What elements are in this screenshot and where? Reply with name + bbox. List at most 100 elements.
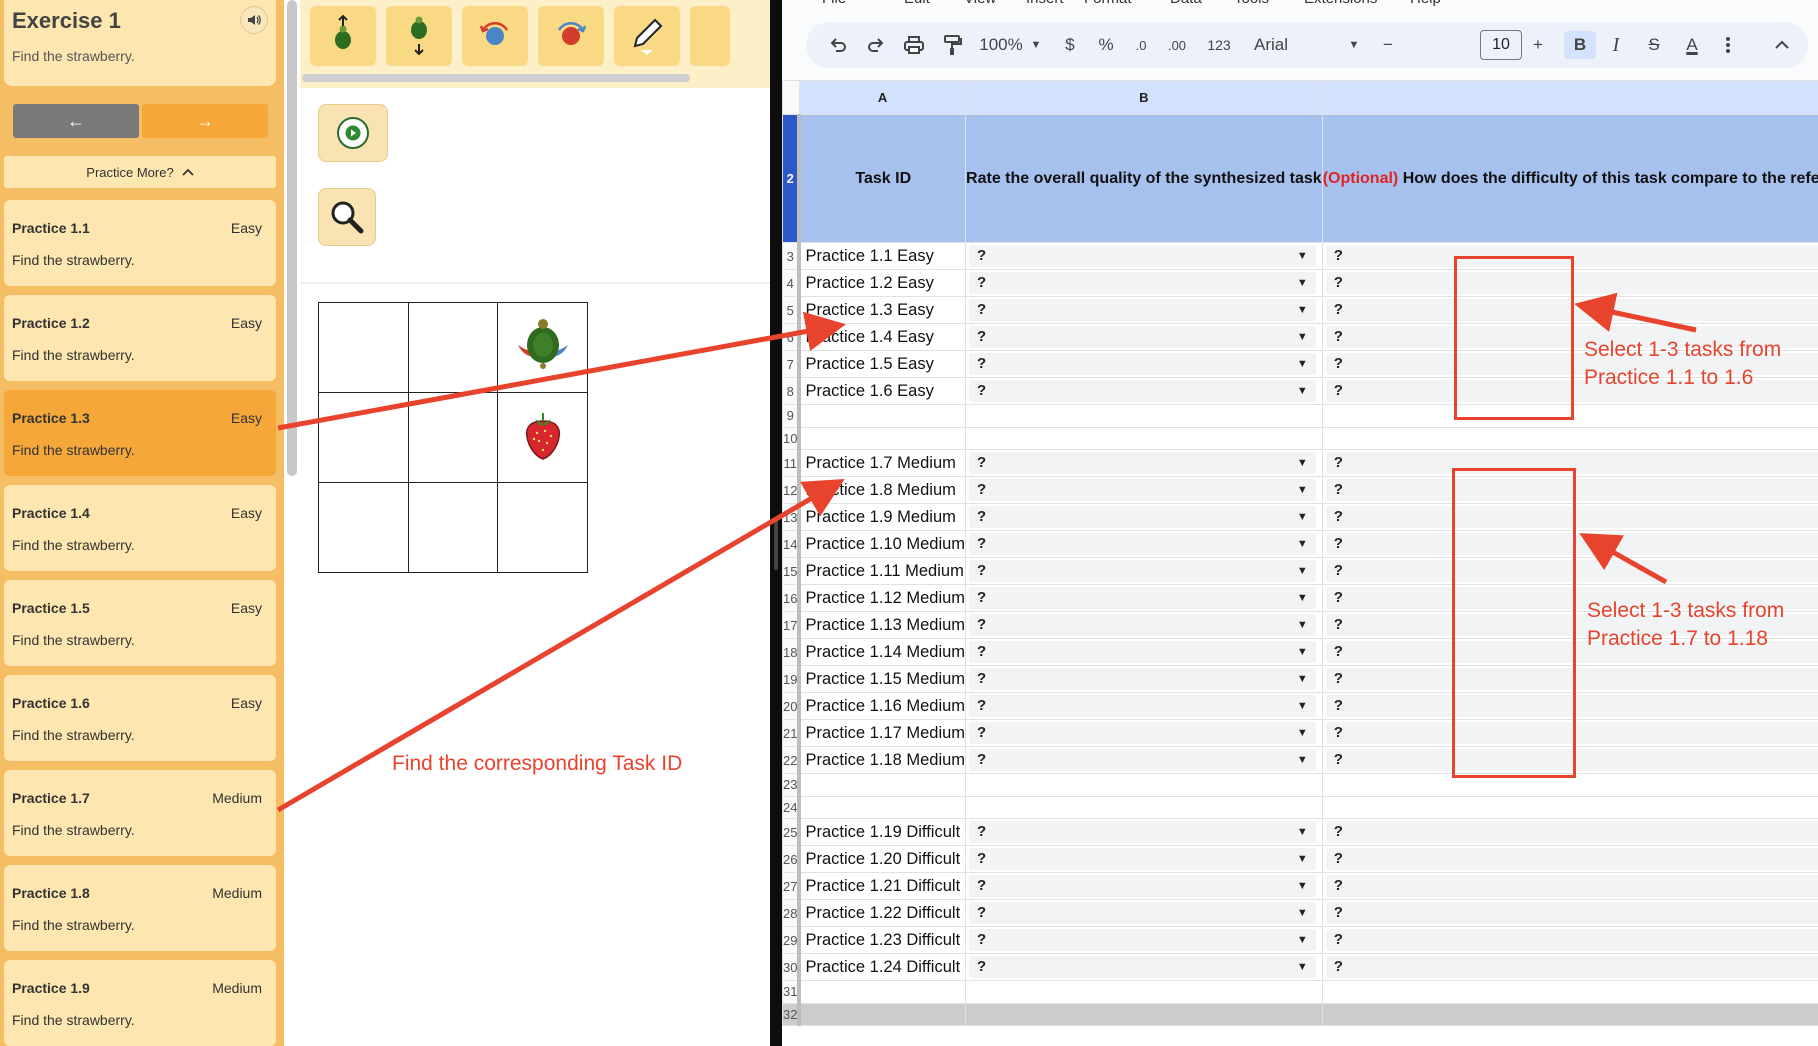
- empty-cell[interactable]: [965, 404, 1323, 428]
- quality-cell[interactable]: ? ▼: [965, 350, 1323, 378]
- task-id-cell[interactable]: [798, 1002, 967, 1026]
- quality-cell[interactable]: ? ▼: [965, 269, 1323, 297]
- practice-card[interactable]: Practice 1.8 Medium Find the strawberry.: [4, 865, 276, 951]
- row-number[interactable]: 5: [782, 296, 802, 324]
- task-id-cell[interactable]: Practice 1.24 Difficult: [798, 953, 967, 981]
- percent-format-button[interactable]: %: [1094, 31, 1118, 59]
- italic-button[interactable]: I: [1602, 31, 1630, 59]
- quality-dropdown[interactable]: ? ▼: [969, 749, 1316, 771]
- quality-cell[interactable]: ? ▼: [965, 818, 1323, 846]
- quality-cell[interactable]: ? ▼: [965, 872, 1323, 900]
- quality-dropdown[interactable]: ? ▼: [969, 902, 1316, 924]
- row-number[interactable]: 4: [782, 269, 802, 297]
- difficulty-cell[interactable]: ?▼: [1321, 899, 1818, 927]
- row-number[interactable]: 11: [782, 449, 802, 477]
- quality-cell[interactable]: ? ▼: [965, 449, 1323, 477]
- magnifier-icon[interactable]: [318, 188, 376, 246]
- difficulty-dropdown[interactable]: ?▼: [1325, 821, 1818, 843]
- task-id-cell[interactable]: Practice 1.22 Difficult: [798, 899, 967, 927]
- quality-dropdown[interactable]: ? ▼: [969, 326, 1316, 348]
- previous-button[interactable]: ←: [13, 104, 139, 138]
- strikethrough-button[interactable]: S: [1640, 31, 1668, 59]
- pen-icon[interactable]: [614, 6, 680, 66]
- row-number[interactable]: 9: [782, 404, 802, 428]
- row-number[interactable]: 6: [782, 323, 802, 351]
- more-vert-icon[interactable]: [1718, 31, 1738, 59]
- quality-dropdown[interactable]: ? ▼: [969, 722, 1316, 744]
- task-id-cell[interactable]: Practice 1.19 Difficult: [798, 818, 967, 846]
- speaker-icon[interactable]: [240, 6, 268, 34]
- undo-icon[interactable]: [824, 31, 852, 59]
- task-id-cell[interactable]: Practice 1.4 Easy: [798, 323, 967, 351]
- task-id-cell[interactable]: [798, 773, 967, 797]
- row-number[interactable]: 7: [782, 350, 802, 378]
- row-number[interactable]: 29: [782, 926, 802, 954]
- quality-cell[interactable]: ? ▼: [965, 242, 1323, 270]
- difficulty-dropdown[interactable]: ?▼: [1325, 929, 1818, 951]
- task-id-cell[interactable]: Practice 1.18 Medium: [798, 746, 967, 774]
- task-id-cell[interactable]: Practice 1.1 Easy: [798, 242, 967, 270]
- empty-cell[interactable]: [965, 426, 1323, 450]
- header-task-id[interactable]: Task ID: [798, 114, 967, 243]
- quality-dropdown[interactable]: ? ▼: [969, 452, 1316, 474]
- sidebar-scrollbar[interactable]: [287, 0, 297, 476]
- split-handle[interactable]: [774, 520, 778, 570]
- practice-more-toggle[interactable]: Practice More?: [4, 156, 276, 188]
- row-number[interactable]: 8: [782, 377, 802, 405]
- difficulty-dropdown[interactable]: ?▼: [1325, 902, 1818, 924]
- row-number[interactable]: 17: [782, 611, 802, 639]
- practice-card[interactable]: Practice 1.7 Medium Find the strawberry.: [4, 770, 276, 856]
- task-id-cell[interactable]: [798, 426, 967, 450]
- quality-cell[interactable]: ? ▼: [965, 746, 1323, 774]
- task-id-cell[interactable]: Practice 1.6 Easy: [798, 377, 967, 405]
- empty-cell[interactable]: [965, 980, 1323, 1004]
- quality-cell[interactable]: ? ▼: [965, 503, 1323, 531]
- task-id-cell[interactable]: Practice 1.16 Medium: [798, 692, 967, 720]
- task-id-cell[interactable]: Practice 1.14 Medium: [798, 638, 967, 666]
- row-number[interactable]: 24: [782, 795, 802, 819]
- difficulty-cell[interactable]: ?▼: [1321, 953, 1818, 981]
- quality-dropdown[interactable]: ? ▼: [969, 668, 1316, 690]
- font-size-input[interactable]: 10: [1480, 30, 1522, 60]
- zoom-select[interactable]: 100%: [978, 31, 1024, 59]
- quality-dropdown[interactable]: ? ▼: [969, 506, 1316, 528]
- quality-cell[interactable]: ? ▼: [965, 692, 1323, 720]
- menu-file[interactable]: File: [822, 0, 846, 6]
- font-select[interactable]: Arial: [1254, 31, 1310, 59]
- row-number[interactable]: 20: [782, 692, 802, 720]
- row-number[interactable]: 31: [782, 980, 802, 1004]
- empty-cell[interactable]: [1321, 1002, 1818, 1026]
- task-id-cell[interactable]: [798, 980, 967, 1004]
- difficulty-cell[interactable]: ?▼: [1321, 872, 1818, 900]
- task-id-cell[interactable]: Practice 1.13 Medium: [798, 611, 967, 639]
- font-size-increase-button[interactable]: +: [1528, 31, 1548, 59]
- quality-dropdown[interactable]: ? ▼: [969, 848, 1316, 870]
- quality-dropdown[interactable]: ? ▼: [969, 353, 1316, 375]
- quality-dropdown[interactable]: ? ▼: [969, 533, 1316, 555]
- menu-tools[interactable]: Tools: [1234, 0, 1269, 6]
- quality-cell[interactable]: ? ▼: [965, 845, 1323, 873]
- menu-data[interactable]: Data: [1170, 0, 1202, 6]
- task-id-cell[interactable]: Practice 1.5 Easy: [798, 350, 967, 378]
- task-id-cell[interactable]: Practice 1.21 Difficult: [798, 872, 967, 900]
- move-forward-icon[interactable]: [310, 6, 376, 66]
- difficulty-cell[interactable]: ?▼: [1321, 818, 1818, 846]
- task-id-cell[interactable]: Practice 1.15 Medium: [798, 665, 967, 693]
- quality-cell[interactable]: ? ▼: [965, 557, 1323, 585]
- empty-cell[interactable]: [1321, 795, 1818, 819]
- empty-cell[interactable]: [965, 1002, 1323, 1026]
- toolbox-scrollbar[interactable]: [302, 74, 690, 82]
- empty-cell[interactable]: [965, 773, 1323, 797]
- quality-cell[interactable]: ? ▼: [965, 476, 1323, 504]
- row-number[interactable]: 27: [782, 872, 802, 900]
- turn-left-icon[interactable]: [462, 6, 528, 66]
- decrease-decimal-button[interactable]: .0: [1126, 31, 1156, 59]
- quality-cell[interactable]: ? ▼: [965, 296, 1323, 324]
- currency-format-button[interactable]: $: [1058, 31, 1082, 59]
- menu-insert[interactable]: Insert: [1026, 0, 1064, 6]
- practice-card[interactable]: Practice 1.9 Medium Find the strawberry.: [4, 960, 276, 1046]
- task-id-cell[interactable]: Practice 1.12 Medium: [798, 584, 967, 612]
- difficulty-dropdown[interactable]: ?▼: [1325, 848, 1818, 870]
- menu-edit[interactable]: Edit: [904, 0, 930, 6]
- difficulty-cell[interactable]: ?▼: [1321, 926, 1818, 954]
